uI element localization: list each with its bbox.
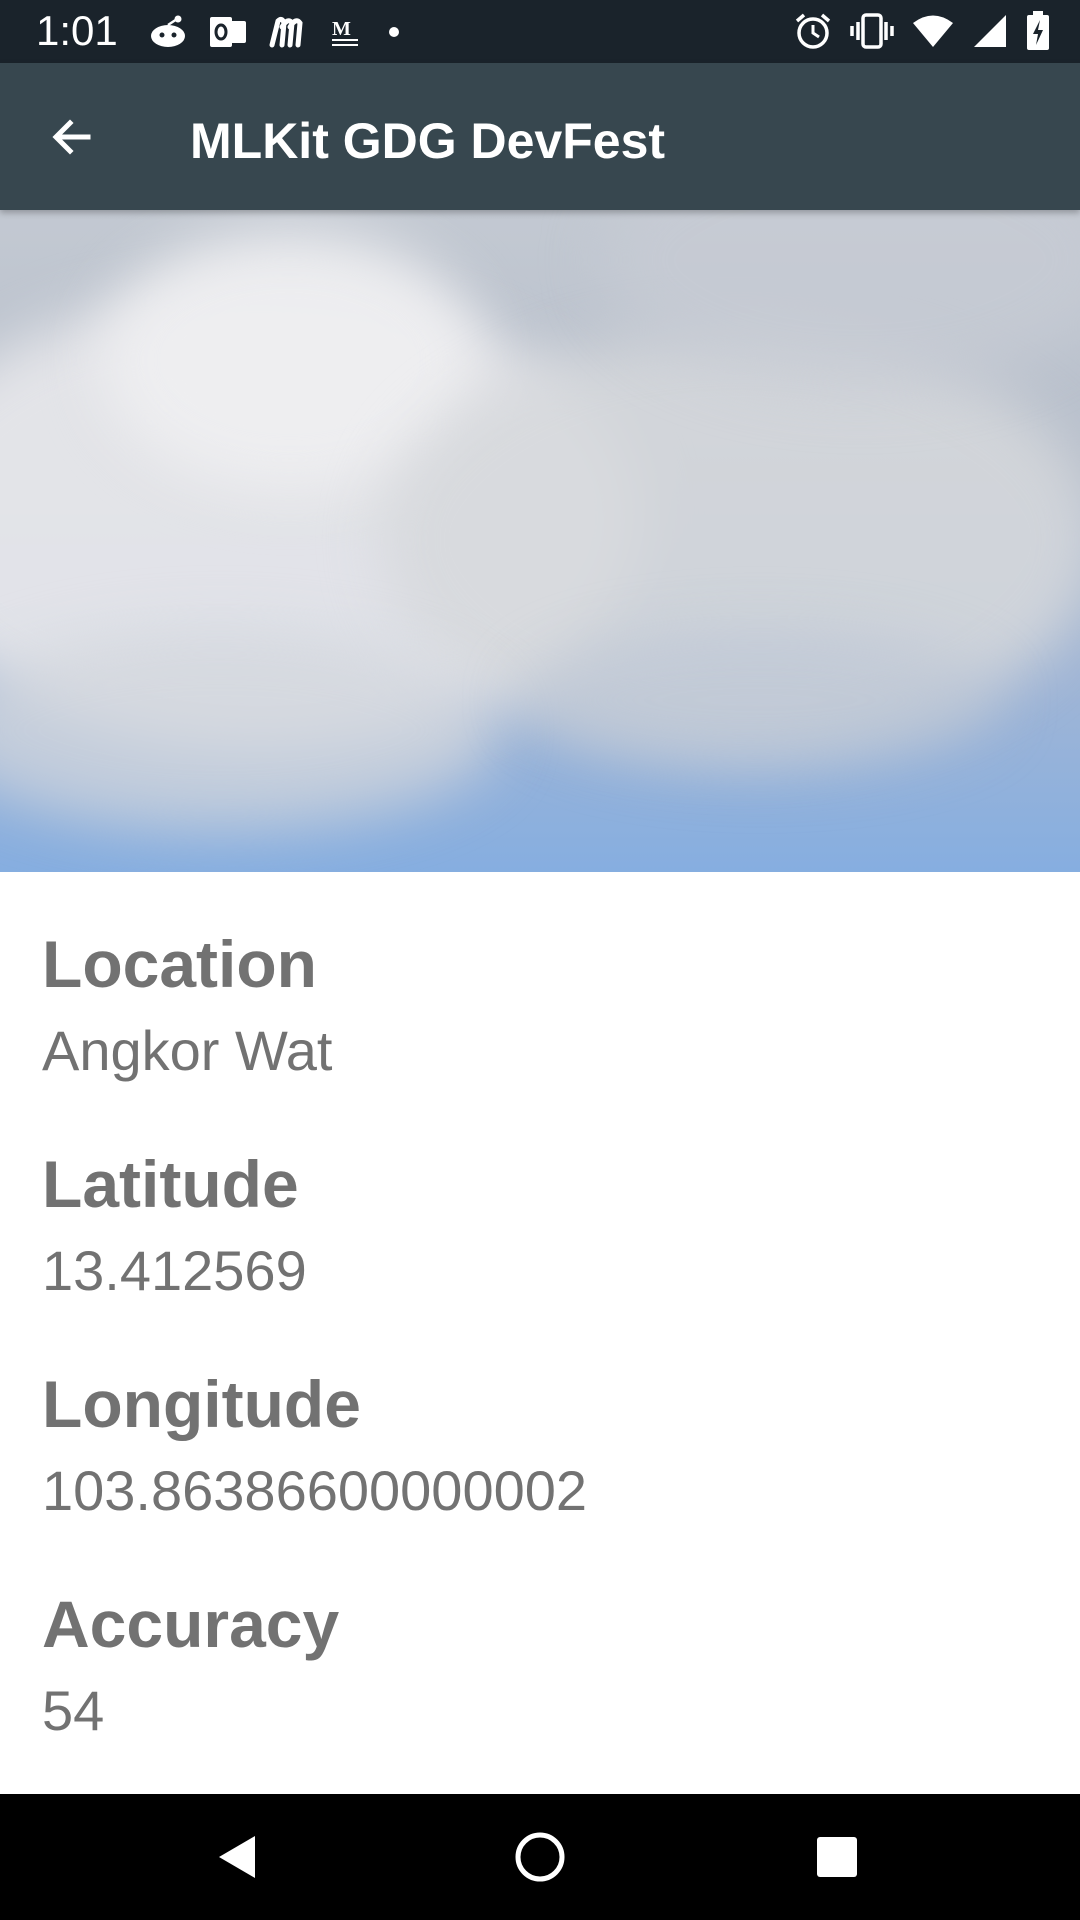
page-title: MLKit GDG DevFest	[190, 113, 666, 169]
arrow-back-icon	[52, 119, 91, 155]
navigation-bar	[0, 1794, 1080, 1920]
signal-icon	[974, 15, 1006, 47]
battery-charging-icon	[1027, 11, 1049, 50]
latitude-value: 13.412569	[42, 1239, 307, 1302]
gmail-news-icon: M	[332, 18, 358, 46]
outlook-icon	[210, 17, 246, 47]
back-button[interactable]	[36, 101, 108, 173]
svg-text:M: M	[332, 18, 351, 40]
m-app-icon	[269, 16, 303, 48]
alarm-icon	[795, 13, 831, 49]
vibrate-icon	[850, 13, 894, 49]
back-triangle-icon	[219, 1836, 255, 1878]
reddit-icon	[151, 15, 185, 47]
longitude-label: Longitude	[42, 1367, 361, 1441]
location-photo	[0, 210, 1080, 872]
notification-icons: M	[148, 12, 406, 52]
location-details: Location Angkor Wat Latitude 13.412569 L…	[0, 872, 1080, 1792]
accuracy-label: Accuracy	[42, 1587, 340, 1661]
nav-recents-button[interactable]	[802, 1822, 872, 1892]
latitude-label: Latitude	[42, 1147, 299, 1221]
status-time: 1:01	[36, 7, 118, 54]
location-value: Angkor Wat	[42, 1019, 333, 1082]
nav-home-button[interactable]	[505, 1822, 575, 1892]
longitude-value: 103.86386600000002	[42, 1459, 588, 1522]
dot-icon	[389, 27, 399, 37]
recents-square-icon	[817, 1837, 857, 1877]
accuracy-value: 54	[42, 1679, 105, 1742]
status-bar: 1:01 M	[0, 0, 1080, 63]
system-icons	[794, 10, 1050, 52]
nav-back-button[interactable]	[203, 1822, 273, 1892]
wifi-icon	[913, 15, 953, 47]
location-label: Location	[42, 927, 317, 1001]
app-bar: MLKit GDG DevFest	[0, 63, 1080, 210]
home-circle-icon	[515, 1832, 565, 1882]
